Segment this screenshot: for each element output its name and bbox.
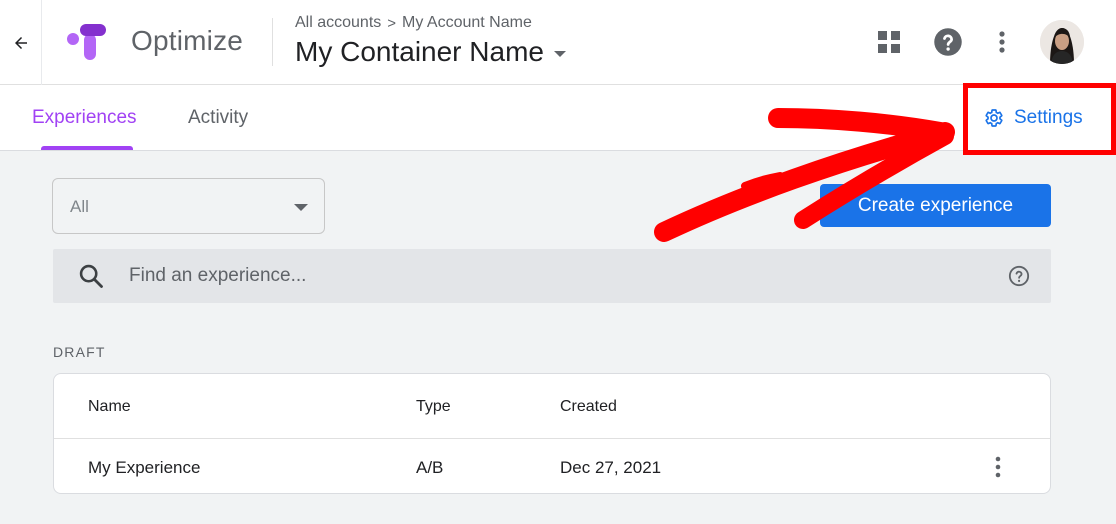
- settings-button[interactable]: Settings: [984, 105, 1083, 131]
- row-more-options-button[interactable]: [986, 452, 1010, 482]
- more-options-button[interactable]: [985, 25, 1019, 59]
- table-header-row: Name Type Created: [54, 374, 1050, 439]
- column-header-created[interactable]: Created: [560, 398, 617, 416]
- tab-experiences[interactable]: Experiences: [24, 85, 145, 151]
- experience-type: A/B: [416, 458, 444, 477]
- breadcrumb: All accounts > My Account Name: [295, 14, 532, 32]
- column-header-name[interactable]: Name: [88, 398, 131, 416]
- experience-name[interactable]: My Experience: [88, 458, 200, 478]
- dropdown-caret-icon: [294, 204, 308, 211]
- more-vert-icon: [999, 31, 1005, 53]
- search-icon: [79, 264, 103, 288]
- draft-section-label: DRAFT: [53, 344, 106, 360]
- search-bar: [53, 249, 1051, 303]
- draft-experiences-table: Name Type Created My Experience A/B Dec …: [53, 373, 1051, 494]
- table-row[interactable]: My Experience A/B Dec 27, 2021: [54, 439, 1050, 494]
- container-name: My Container Name: [295, 36, 544, 67]
- help-outline-icon[interactable]: [1008, 265, 1030, 287]
- breadcrumb-separator: >: [387, 14, 397, 32]
- tab-activity[interactable]: Activity: [180, 85, 256, 151]
- search-input[interactable]: [129, 257, 989, 295]
- caret-down-icon: [553, 51, 566, 57]
- create-experience-button[interactable]: Create experience: [820, 184, 1051, 227]
- breadcrumb-all-accounts[interactable]: All accounts: [295, 14, 381, 32]
- back-button[interactable]: [0, 0, 42, 85]
- experience-created-date: Dec 27, 2021: [560, 458, 662, 477]
- product-name: Optimize: [131, 25, 244, 56]
- top-header: Optimize All accounts > My Account Name …: [0, 0, 1116, 85]
- arrow-back-icon: [14, 36, 27, 49]
- column-header-type[interactable]: Type: [416, 398, 451, 416]
- apps-grid-icon: [878, 31, 900, 53]
- settings-label: Settings: [1014, 107, 1083, 128]
- avatar-image: [1040, 20, 1084, 64]
- optimize-app: Optimize All accounts > My Account Name …: [0, 0, 1116, 524]
- header-divider: [272, 18, 273, 66]
- help-icon: [934, 28, 962, 56]
- tabs-bar: Experiences Activity Settings: [0, 85, 1116, 151]
- optimize-logo-icon: [67, 24, 106, 60]
- active-tab-indicator: [41, 146, 133, 150]
- container-selector[interactable]: My Container Name: [295, 36, 566, 68]
- more-vert-icon: [995, 456, 1001, 478]
- filter-selected-value: All: [70, 197, 89, 216]
- breadcrumb-account-name[interactable]: My Account Name: [402, 14, 532, 32]
- filter-dropdown[interactable]: All: [52, 178, 325, 234]
- gear-icon: [985, 109, 1003, 127]
- apps-button[interactable]: [872, 25, 906, 59]
- help-button[interactable]: [931, 25, 965, 59]
- user-avatar[interactable]: [1040, 20, 1084, 64]
